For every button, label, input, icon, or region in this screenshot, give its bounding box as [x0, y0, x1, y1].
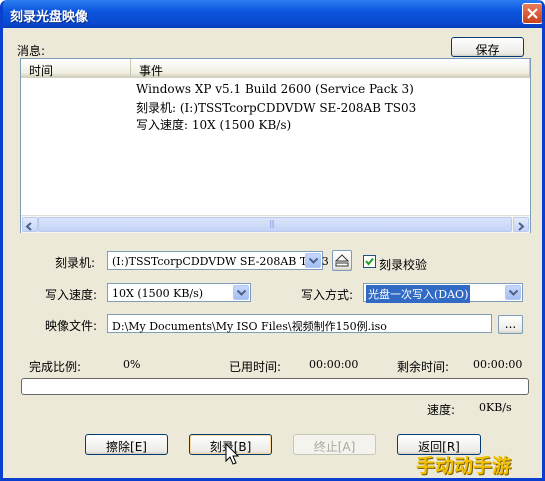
mouse-cursor-icon — [225, 443, 240, 465]
watermark-logo: 手动动手游 — [416, 455, 512, 477]
browse-label: ... — [504, 317, 517, 331]
horizontal-scrollbar[interactable]: ||| — [21, 215, 530, 233]
mode-select[interactable]: 光盘一次写入(DAO) — [363, 283, 523, 303]
dropdown-button[interactable] — [505, 285, 521, 300]
scroll-right-button[interactable] — [513, 217, 529, 232]
dropdown-button[interactable] — [233, 285, 249, 300]
percent-label: 完成比例: — [29, 360, 82, 374]
burner-select[interactable]: (I:)TSSTcorpCDDVDW SE-208AB TS03 — [107, 251, 329, 270]
dropdown-button[interactable] — [305, 253, 321, 268]
save-button[interactable]: 保存 — [451, 37, 524, 57]
eject-icon — [335, 254, 349, 267]
speed-select[interactable]: 10X (1500 KB/s) — [107, 283, 251, 302]
burn-image-dialog: 刻录光盘映像 消息: 保存 时间 事件 Windows XP v5.1 Buil… — [0, 0, 545, 481]
scroll-thumb-grip: ||| — [269, 219, 275, 228]
remaining-label: 剩余时间: — [397, 360, 450, 374]
image-file-input[interactable]: D:\My Documents\My ISO Files\视频制作150例.is… — [107, 314, 492, 333]
log-line: 写入速度: 10X (1500 KB/s) — [136, 118, 292, 132]
column-event-label: 事件 — [139, 64, 164, 78]
window-title: 刻录光盘映像 — [10, 10, 89, 25]
mode-value: 光盘一次写入(DAO) — [366, 285, 471, 303]
scroll-thumb[interactable]: ||| — [38, 217, 512, 232]
percent-value: 0% — [123, 358, 141, 371]
burner-value: (I:)TSSTcorpCDDVDW SE-208AB TS03 — [112, 255, 329, 268]
burner-label: 刻录机: — [55, 256, 96, 270]
speed-status-label: 速度: — [427, 403, 456, 417]
chevron-down-icon — [237, 290, 246, 296]
log-line: 刻录机: (I:)TSSTcorpCDDVDW SE-208AB TS03 — [136, 101, 417, 115]
verify-checkbox[interactable] — [363, 255, 376, 268]
chevron-down-icon — [309, 258, 318, 264]
column-header-time[interactable]: 时间 — [21, 59, 131, 78]
column-time-label: 时间 — [29, 64, 54, 78]
checkmark-icon — [365, 257, 374, 266]
eject-button[interactable] — [332, 250, 352, 271]
image-file-label: 映像文件: — [45, 319, 98, 333]
close-button[interactable] — [522, 3, 542, 24]
speed-label: 写入速度: — [45, 288, 98, 302]
abort-button-label: 终止[A] — [313, 440, 356, 454]
browse-button[interactable]: ... — [498, 315, 523, 334]
elapsed-value: 00:00:00 — [309, 358, 359, 371]
speed-status-value: 0KB/s — [479, 401, 512, 414]
speed-value: 10X (1500 KB/s) — [112, 287, 204, 300]
verify-label[interactable]: 刻录校验 — [379, 256, 427, 273]
mode-label: 写入方式: — [301, 288, 354, 302]
scroll-left-button[interactable] — [22, 217, 38, 232]
column-header-event[interactable]: 事件 — [131, 59, 530, 78]
close-icon — [527, 8, 538, 19]
chevron-down-icon — [509, 290, 518, 296]
arrow-right-icon — [518, 222, 525, 231]
title-bar[interactable]: 刻录光盘映像 — [3, 0, 542, 28]
log-line: Windows XP v5.1 Build 2600 (Service Pack… — [136, 82, 414, 96]
arrow-left-icon — [25, 222, 32, 231]
erase-button-label: 擦除[E] — [106, 440, 147, 454]
abort-button[interactable]: 终止[A] — [293, 434, 376, 455]
progress-bar — [21, 378, 529, 395]
erase-button[interactable]: 擦除[E] — [85, 434, 168, 455]
message-list[interactable]: 时间 事件 Windows XP v5.1 Build 2600 (Servic… — [20, 58, 531, 233]
save-button-label: 保存 — [475, 43, 500, 57]
elapsed-label: 已用时间: — [229, 360, 282, 374]
messages-label: 消息: — [17, 44, 46, 58]
remaining-value: 00:00:00 — [473, 358, 523, 371]
